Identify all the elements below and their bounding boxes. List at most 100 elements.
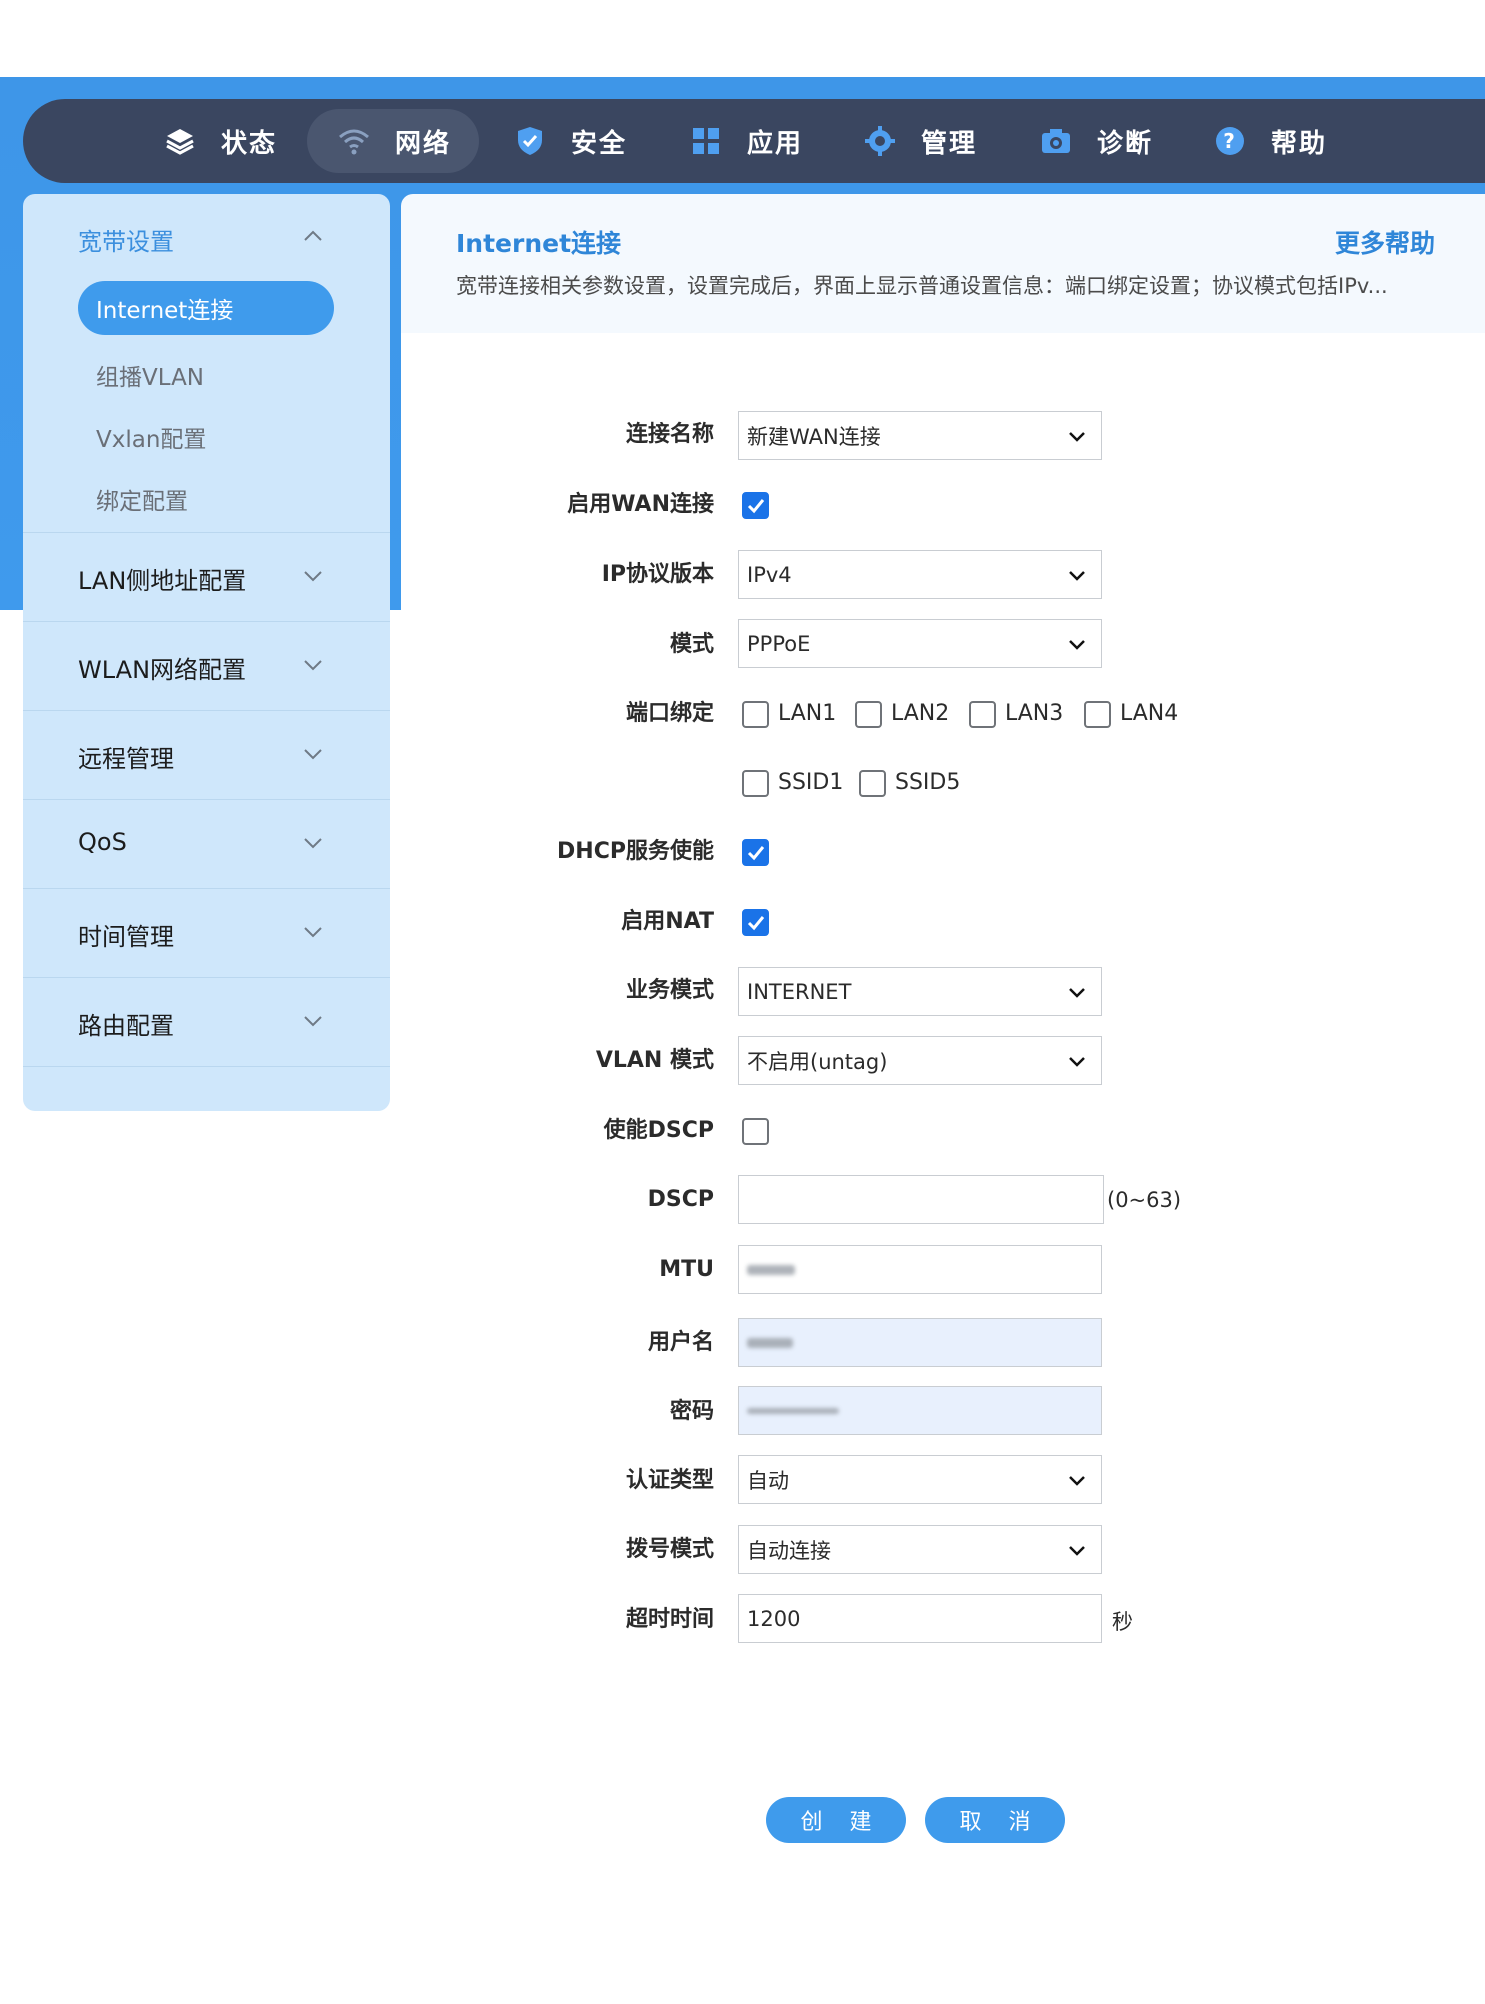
auth-type-label: 认证类型 [625,1468,714,1493]
mode-select[interactable]: PPPoE [738,619,1102,668]
mode-label: 模式 [669,632,714,657]
dscp-label: DSCP [647,1187,714,1212]
nav-apps-label: 应用 [747,128,804,159]
ip-version-select[interactable]: IPv4 [738,550,1102,599]
nat-checkbox[interactable] [742,909,769,936]
chevron-down-icon [1069,432,1085,442]
check-icon [747,916,765,931]
nav-network-label: 网络 [395,128,452,159]
create-button[interactable]: 创 建 [766,1797,906,1843]
apps-grid-icon [689,124,723,158]
lan2-label: LAN2 [891,701,950,726]
sidebar-item-vxlan[interactable]: Vxlan配置 [96,420,206,454]
nav-apps[interactable]: 应用 [689,109,803,173]
ip-version-label: IP协议版本 [601,562,714,587]
sidebar-group-remote[interactable]: 远程管理 [78,739,174,774]
dhcp-checkbox[interactable] [742,839,769,866]
chevron-down-icon [1069,1476,1085,1486]
timeout-label: 超时时间 [625,1607,714,1632]
lan4-checkbox[interactable] [1084,701,1111,728]
lan2-checkbox[interactable] [855,701,882,728]
chevron-down-icon [304,660,322,671]
nav-status-label: 状态 [221,128,278,159]
enable-wan-label: 启用WAN连接 [567,492,714,517]
sidebar-group-route[interactable]: 路由配置 [78,1006,174,1041]
nav-manage[interactable]: 管理 [863,109,977,173]
chevron-down-icon [1069,640,1085,650]
top-nav: 状态 网络 安全 应用 管理 诊断 ? 帮助 [23,99,1485,183]
password-input[interactable] [738,1386,1102,1435]
conn-name-select[interactable]: 新建WAN连接 [738,411,1102,460]
sidebar: 宽带设置 Internet连接 组播VLAN Vxlan配置 绑定配置 LAN侧… [23,194,390,1111]
divider [23,532,390,533]
nav-network[interactable]: 网络 [307,109,480,173]
port-bind-label: 端口绑定 [625,701,714,726]
blurred-value [747,1407,839,1414]
enable-wan-checkbox[interactable] [742,492,769,519]
chevron-down-icon [304,571,322,582]
divider [23,799,390,800]
sidebar-group-lan[interactable]: LAN侧地址配置 [78,561,246,596]
ssid5-checkbox[interactable] [859,770,886,797]
nav-security-label: 安全 [571,128,628,159]
check-icon [747,499,765,514]
service-mode-label: 业务模式 [625,978,714,1003]
layers-icon [163,124,197,158]
chevron-down-icon [304,749,322,760]
ssid1-checkbox[interactable] [742,770,769,797]
chevron-down-icon [1069,988,1085,998]
check-icon [747,846,765,861]
nav-security[interactable]: 安全 [513,109,627,173]
divider [23,977,390,978]
nav-help-label: 帮助 [1271,128,1328,159]
conn-name-label: 连接名称 [625,422,714,447]
chevron-down-icon [1069,1546,1085,1556]
nav-help[interactable]: ? 帮助 [1213,109,1327,173]
vlan-mode-select[interactable]: 不启用(untag) [738,1036,1102,1085]
sidebar-item-internet[interactable]: Internet连接 [78,281,334,335]
service-mode-select[interactable]: INTERNET [738,967,1102,1016]
blurred-value [747,1337,793,1348]
password-label: 密码 [669,1399,714,1424]
dscp-range-hint: (0~63) [1107,1188,1182,1212]
vlan-mode-label: VLAN 模式 [595,1048,714,1073]
nav-manage-label: 管理 [921,128,978,159]
nav-status[interactable]: 状态 [163,109,277,173]
sidebar-group-broadband[interactable]: 宽带设置 [78,222,174,257]
sidebar-group-wlan[interactable]: WLAN网络配置 [78,650,246,685]
ssid1-label: SSID1 [778,770,844,795]
username-label: 用户名 [647,1330,714,1355]
more-help-link[interactable]: 更多帮助 [1335,224,1435,260]
sidebar-item-binding[interactable]: 绑定配置 [96,482,188,516]
sidebar-group-time[interactable]: 时间管理 [78,917,174,952]
gear-icon [863,124,897,158]
nat-label: 启用NAT [621,909,714,934]
sidebar-item-multicast-vlan[interactable]: 组播VLAN [96,358,204,392]
divider [23,1066,390,1067]
dhcp-label: DHCP服务使能 [557,839,714,864]
cancel-button[interactable]: 取 消 [925,1797,1065,1843]
lan3-checkbox[interactable] [969,701,996,728]
chevron-down-icon [304,927,322,938]
enable-dscp-checkbox[interactable] [742,1118,769,1145]
username-input[interactable] [738,1318,1102,1367]
sidebar-group-qos[interactable]: QoS [78,828,127,856]
lan1-checkbox[interactable] [742,701,769,728]
ssid5-label: SSID5 [895,770,961,795]
chevron-up-icon [304,230,322,241]
camera-icon [1039,124,1073,158]
mtu-label: MTU [659,1257,714,1282]
nav-diagnose[interactable]: 诊断 [1039,109,1153,173]
enable-dscp-label: 使能DSCP [603,1118,714,1143]
dial-mode-select[interactable]: 自动连接 [738,1525,1102,1574]
blurred-value [747,1264,795,1275]
svg-text:?: ? [1223,129,1237,153]
mtu-input[interactable] [738,1245,1102,1294]
wifi-icon [337,124,371,158]
dscp-input[interactable] [738,1175,1104,1224]
chevron-down-icon [1069,571,1085,581]
page-title: Internet连接 [456,229,622,258]
auth-type-select[interactable]: 自动 [738,1455,1102,1504]
timeout-input[interactable]: 1200 [738,1594,1102,1643]
lan1-label: LAN1 [778,701,837,726]
